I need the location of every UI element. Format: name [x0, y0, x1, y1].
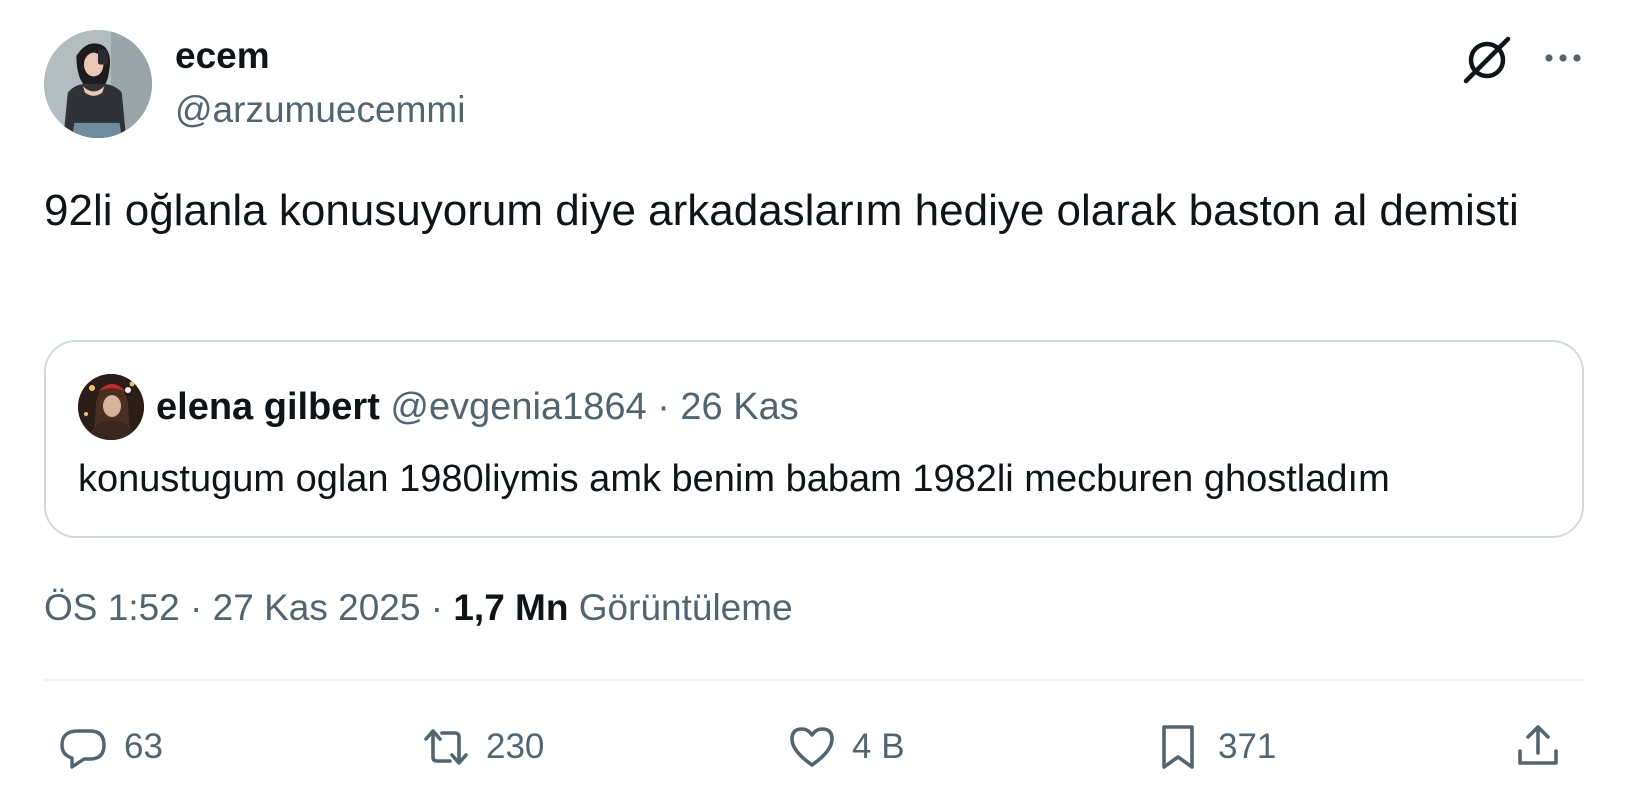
- action-bar: 63 230 4 B 371: [0, 712, 1632, 782]
- tweet-time[interactable]: ÖS 1:52: [44, 587, 180, 628]
- repost-button[interactable]: 230: [418, 712, 544, 782]
- divider: [44, 679, 1584, 681]
- grok-icon[interactable]: [1460, 33, 1514, 87]
- author-handle[interactable]: @arzumuecemmi: [175, 88, 465, 132]
- heart-icon: [784, 719, 840, 775]
- more-icon[interactable]: [1540, 35, 1586, 81]
- quoted-author-avatar[interactable]: [78, 374, 144, 440]
- tweet-metadata: ÖS 1:52 · 27 Kas 2025 · 1,7 Mn Görüntüle…: [44, 584, 793, 632]
- share-button[interactable]: [1510, 712, 1566, 782]
- share-icon: [1510, 719, 1566, 775]
- quoted-author-display-name[interactable]: elena gilbert: [156, 386, 380, 428]
- views-count[interactable]: 1,7 Mn: [453, 587, 568, 628]
- reply-count: 63: [124, 727, 163, 766]
- tweet-text: 92li oğlanla konusuyorum diye arkadaslar…: [44, 186, 1519, 235]
- reply-icon: [56, 719, 112, 775]
- author-display-name[interactable]: ecem: [175, 34, 270, 78]
- bookmark-count: 371: [1218, 727, 1277, 766]
- meta-separator: ·: [190, 587, 203, 628]
- author-avatar[interactable]: [44, 30, 152, 138]
- reply-button[interactable]: 63: [56, 712, 163, 782]
- quoted-header-separator: ·: [657, 386, 670, 428]
- quoted-tweet-date[interactable]: 26 Kas: [680, 386, 798, 428]
- quoted-author-handle[interactable]: @evgenia1864: [390, 386, 646, 428]
- bookmark-button[interactable]: 371: [1150, 712, 1276, 782]
- quoted-tweet-text: konustugum oglan 1980liymis amk benim ba…: [78, 458, 1390, 500]
- like-button[interactable]: 4 B: [784, 712, 905, 782]
- repost-icon: [418, 719, 474, 775]
- views-label[interactable]: Görüntüleme: [579, 587, 793, 628]
- repost-count: 230: [486, 727, 545, 766]
- quoted-tweet-header: elena gilbert @evgenia1864 · 26 Kas: [156, 384, 799, 430]
- tweet-card: ecem @arzumuecemmi 92li oğlanla konusuyo…: [0, 0, 1632, 810]
- bookmark-icon: [1150, 719, 1206, 775]
- like-count: 4 B: [852, 727, 905, 766]
- meta-separator: ·: [430, 587, 444, 628]
- tweet-date[interactable]: 27 Kas 2025: [213, 587, 421, 628]
- quoted-tweet[interactable]: elena gilbert @evgenia1864 · 26 Kas konu…: [44, 340, 1584, 538]
